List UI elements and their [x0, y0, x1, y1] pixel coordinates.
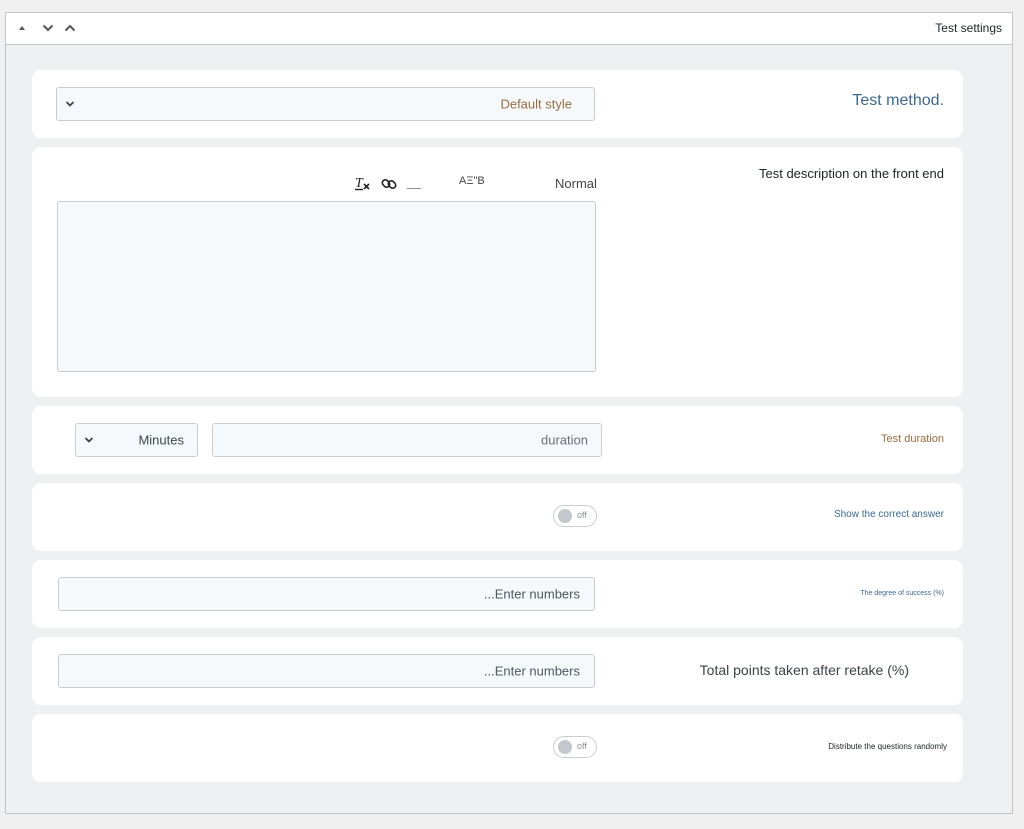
duration-placeholder: duration: [541, 432, 588, 448]
test-method-card: Default style Test method.: [32, 70, 963, 138]
description-label: Test description on the front end: [758, 166, 944, 181]
editor-toolbar: T AΞ"B Normal: [353, 173, 600, 195]
random-questions-toggle[interactable]: off: [553, 736, 597, 758]
description-textarea[interactable]: [57, 201, 596, 372]
chevron-down-icon: [65, 101, 75, 107]
random-questions-label: Distribute the questions randomly: [828, 742, 947, 751]
test-method-value: Default style: [500, 96, 572, 112]
settings-panel: Test settings Default style Test method.…: [5, 12, 1013, 814]
toggle-knob: [558, 740, 572, 754]
triangle-up-icon[interactable]: [13, 19, 31, 37]
random-questions-card: off Distribute the questions randomly: [32, 714, 963, 782]
clear-formatting-icon[interactable]: T: [353, 174, 371, 197]
retake-points-label: Total points taken after retake (%): [699, 662, 909, 678]
test-method-select[interactable]: Default style: [56, 87, 595, 121]
chevron-down-icon[interactable]: [39, 19, 57, 37]
show-answer-card: off Show the correct answer: [32, 483, 963, 551]
toggle-knob: [558, 509, 572, 523]
link-icon[interactable]: [380, 175, 398, 198]
duration-input[interactable]: duration: [212, 423, 602, 457]
retake-points-placeholder: ...Enter numbers: [483, 663, 580, 679]
duration-card: Minutes duration Test duration: [32, 406, 963, 474]
success-degree-placeholder: ...Enter numbers: [483, 586, 580, 602]
description-card: T AΞ"B Normal Test description on the fr…: [32, 147, 963, 397]
panel-title: Test settings: [935, 21, 1002, 35]
success-degree-input[interactable]: ...Enter numbers: [58, 577, 595, 611]
chevron-down-icon: [84, 437, 94, 443]
toggle-state-text: off: [577, 741, 587, 751]
toggle-state-text: off: [577, 510, 587, 520]
test-method-label: Test method.: [852, 92, 944, 109]
divider-line: [407, 188, 421, 189]
retake-points-input[interactable]: ...Enter numbers: [58, 654, 595, 688]
panel-header: Test settings: [6, 13, 1012, 45]
show-answer-label: Show the correct answer: [833, 509, 944, 520]
duration-unit-value: Minutes: [138, 432, 184, 448]
success-degree-label: The degree of success (%): [860, 590, 944, 597]
retake-points-card: ...Enter numbers Total points taken afte…: [32, 637, 963, 705]
style-select[interactable]: Normal: [555, 176, 597, 191]
chevron-up-icon[interactable]: [61, 19, 79, 37]
success-degree-card: ...Enter numbers The degree of success (…: [32, 560, 963, 628]
text-direction-button[interactable]: AΞ"B: [459, 175, 485, 187]
duration-label: Test duration: [881, 433, 944, 445]
show-answer-toggle[interactable]: off: [553, 505, 597, 527]
duration-unit-select[interactable]: Minutes: [75, 423, 198, 457]
svg-text:T: T: [355, 176, 364, 191]
